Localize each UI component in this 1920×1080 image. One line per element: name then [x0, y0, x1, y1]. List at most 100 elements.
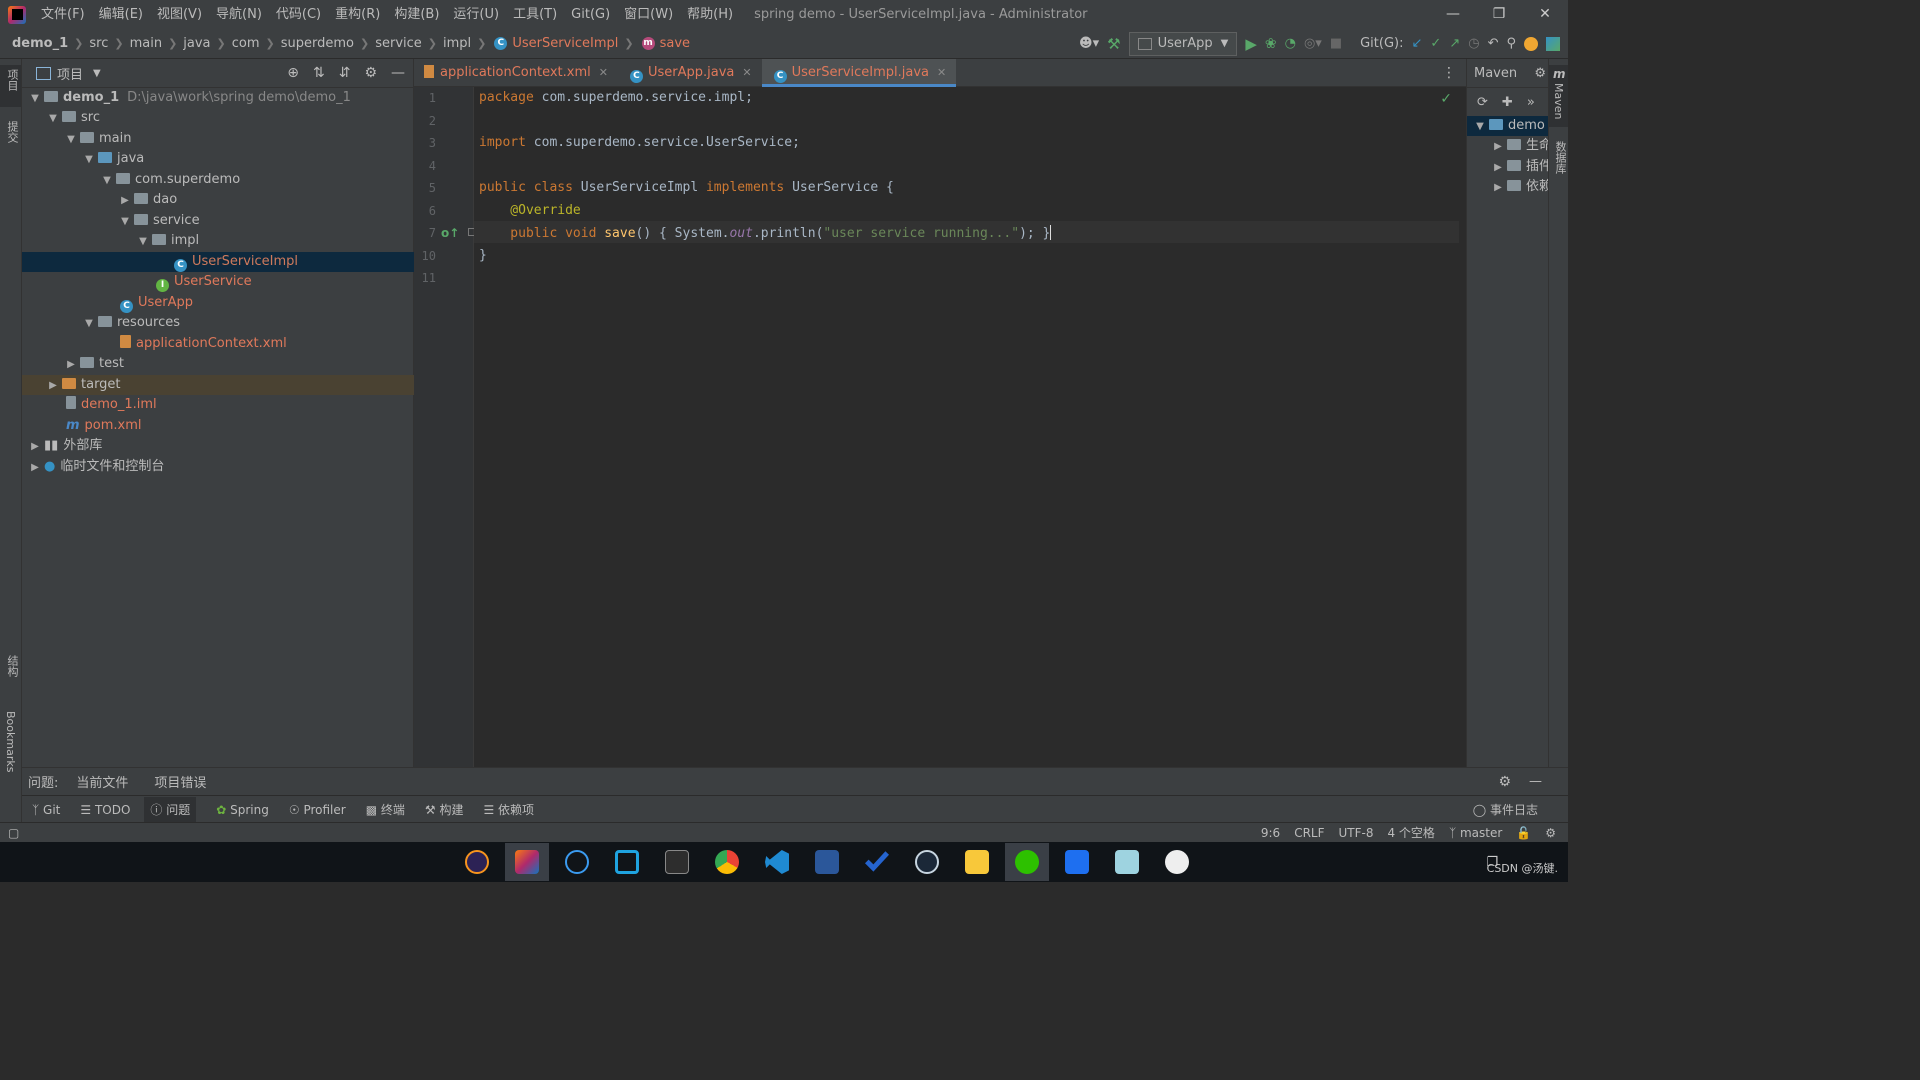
tree-item-resources[interactable]: ▼ resources: [22, 313, 473, 333]
todo-tool-button[interactable]: ☰ TODO: [80, 803, 130, 817]
explorer-app-icon[interactable]: [955, 843, 999, 881]
notes-app-icon[interactable]: [1105, 843, 1149, 881]
tree-item-java[interactable]: ▼ java: [22, 149, 473, 169]
git-update-icon[interactable]: ↙: [1412, 36, 1423, 51]
breadcrumb-src[interactable]: src: [89, 36, 108, 51]
git-push-icon[interactable]: ↗: [1449, 36, 1460, 51]
intellij-app-icon[interactable]: [505, 843, 549, 881]
video-app-icon[interactable]: [1055, 843, 1099, 881]
inspection-ok-icon[interactable]: ✓: [1440, 91, 1452, 107]
reload-icon[interactable]: ⟳: [1477, 95, 1488, 110]
search-icon[interactable]: ⚲: [1506, 36, 1516, 51]
maven-root[interactable]: ▼ demo: [1467, 116, 1555, 136]
project-view-selector[interactable]: 项目: [57, 64, 83, 83]
menu-build[interactable]: 构建(B): [387, 0, 446, 29]
close-icon[interactable]: ✕: [1522, 0, 1568, 29]
close-icon[interactable]: ✕: [742, 66, 751, 79]
locate-icon[interactable]: ⊕: [287, 65, 299, 81]
line-separator[interactable]: CRLF: [1294, 826, 1324, 840]
lock-icon[interactable]: 🔓: [1516, 826, 1531, 840]
tree-item-external-libs[interactable]: ▶ ▮▮ 外部库: [22, 436, 419, 456]
menu-code[interactable]: 代码(C): [269, 0, 328, 29]
app4-icon[interactable]: [605, 843, 649, 881]
stop-icon[interactable]: ■: [1330, 36, 1342, 51]
tab-applicationcontext[interactable]: applicationContext.xml ✕: [414, 59, 618, 87]
breadcrumb-superdemo[interactable]: superdemo: [281, 36, 354, 51]
tree-item-main[interactable]: ▼ main: [22, 129, 455, 149]
user-icon[interactable]: ☻▾: [1079, 36, 1099, 51]
git-tool-button[interactable]: ᛉ Git: [32, 803, 60, 817]
menu-help[interactable]: 帮助(H): [680, 0, 740, 29]
tree-item-demo1[interactable]: ▼ demo_1 D:\java\work\spring demo\demo_1: [22, 88, 419, 108]
vscode-app-icon[interactable]: [755, 843, 799, 881]
profile-icon[interactable]: ◎▾: [1304, 36, 1322, 51]
hide-icon[interactable]: —: [1529, 774, 1542, 789]
menu-window[interactable]: 窗口(W): [617, 0, 680, 29]
tree-item-target[interactable]: ▶ target: [22, 375, 437, 395]
gear-icon[interactable]: ⚙: [364, 65, 377, 81]
todo-app-icon[interactable]: [855, 843, 899, 881]
gear-icon[interactable]: ⚙: [1534, 66, 1546, 81]
eclipse-app-icon[interactable]: [455, 843, 499, 881]
override-marker-icon[interactable]: o↑: [441, 226, 459, 240]
restore-icon[interactable]: ❐: [1476, 0, 1522, 29]
breadcrumb-impl[interactable]: impl: [443, 36, 471, 51]
menu-view[interactable]: 视图(V): [150, 0, 209, 29]
breadcrumb-com[interactable]: com: [232, 36, 260, 51]
breadcrumb-project[interactable]: demo_1: [12, 36, 68, 51]
minimize-icon[interactable]: —: [1430, 0, 1476, 29]
menu-git[interactable]: Git(G): [564, 0, 617, 29]
debug-icon[interactable]: ❀: [1265, 36, 1277, 52]
davinci-app-icon[interactable]: [1155, 843, 1199, 881]
gear-icon[interactable]: ⚙: [1498, 774, 1511, 790]
bookmarks-tool-button[interactable]: Bookmarks: [4, 711, 17, 772]
tree-item-src[interactable]: ▼ src: [22, 108, 437, 128]
indent-setting[interactable]: 4 个空格: [1387, 824, 1434, 841]
close-icon[interactable]: ✕: [599, 66, 608, 79]
notifications-icon[interactable]: ⚙: [1545, 826, 1556, 840]
tree-item-pom[interactable]: m pom.xml: [22, 416, 455, 436]
hide-icon[interactable]: —: [391, 65, 405, 81]
database-tool-button[interactable]: 数据库: [1552, 141, 1568, 174]
maven-tool-button[interactable]: m Maven: [1549, 65, 1568, 127]
tab-project-errors[interactable]: 项目错误: [154, 772, 206, 791]
steam-app-icon[interactable]: [905, 843, 949, 881]
commit-tool-button[interactable]: 提交: [4, 121, 20, 143]
caret-position[interactable]: 9:6: [1261, 826, 1280, 840]
updates-icon[interactable]: [1524, 36, 1538, 51]
more-tabs-icon[interactable]: ⋮: [1442, 65, 1456, 81]
word-app-icon[interactable]: [805, 843, 849, 881]
terminal-app-icon[interactable]: [655, 843, 699, 881]
build-hammer-icon[interactable]: ⚒: [1107, 35, 1120, 53]
git-branch[interactable]: ᛉ master: [1449, 826, 1502, 840]
plugin-icon[interactable]: [1546, 36, 1560, 51]
coverage-icon[interactable]: ◔: [1285, 36, 1296, 51]
problems-tool-button[interactable]: ⓘ 问题: [144, 797, 197, 822]
terminal-tool-button[interactable]: ▩ 终端: [366, 801, 405, 818]
build-tool-button[interactable]: ⚒ 构建: [425, 801, 464, 818]
tree-item-demo1-iml[interactable]: demo_1.iml: [22, 395, 455, 415]
project-tool-button[interactable]: 项目: [0, 65, 21, 107]
dependencies-tool-button[interactable]: ☰ 依赖项: [483, 801, 534, 818]
menu-navigate[interactable]: 导航(N): [209, 0, 269, 29]
tab-userapp[interactable]: C UserApp.java ✕: [618, 59, 762, 87]
breadcrumb-main[interactable]: main: [130, 36, 162, 51]
menu-refactor[interactable]: 重构(R): [328, 0, 387, 29]
git-commit-icon[interactable]: ✓: [1430, 36, 1441, 51]
file-encoding[interactable]: UTF-8: [1339, 826, 1374, 840]
app3-icon[interactable]: [555, 843, 599, 881]
layout-icon[interactable]: ▢: [8, 826, 19, 840]
close-icon[interactable]: ✕: [937, 66, 946, 79]
breadcrumb-service[interactable]: service: [375, 36, 422, 51]
breadcrumb-method[interactable]: save: [660, 36, 690, 51]
spring-tool-button[interactable]: ✿ Spring: [216, 803, 269, 817]
expand-all-icon[interactable]: ⇅: [313, 65, 325, 81]
add-project-icon[interactable]: ✚: [1502, 95, 1513, 110]
menu-tools[interactable]: 工具(T): [506, 0, 564, 29]
chrome-app-icon[interactable]: [705, 843, 749, 881]
code-editor[interactable]: package com.superdemo.service.impl; impo…: [474, 87, 1522, 767]
menu-edit[interactable]: 编辑(E): [92, 0, 150, 29]
event-log-button[interactable]: ◯ 事件日志: [1473, 801, 1538, 818]
tab-current-file[interactable]: 当前文件: [76, 772, 129, 798]
tab-userserviceimpl[interactable]: C UserServiceImpl.java ✕: [761, 58, 957, 87]
